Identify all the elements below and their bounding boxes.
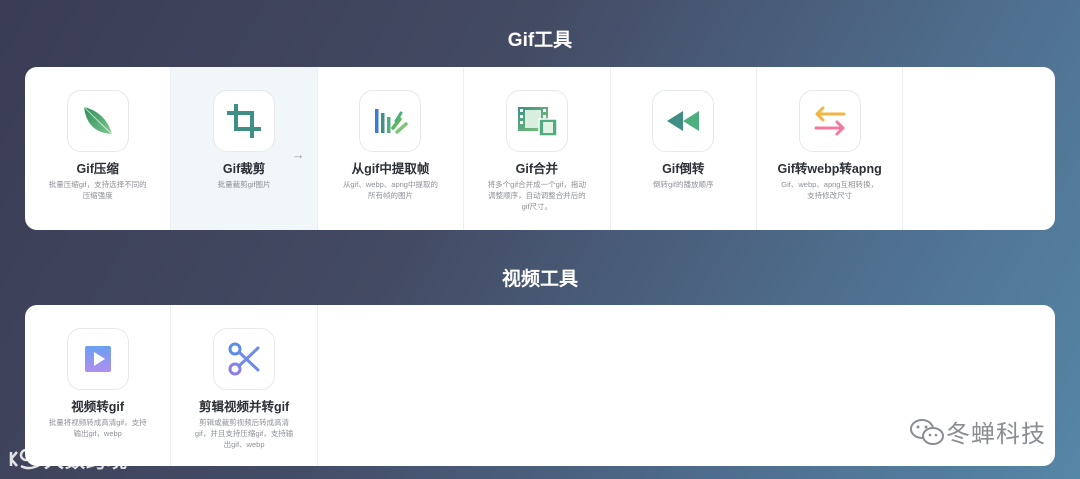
gif-tools-panel: Gif压缩 批量压缩gif，支持选择不同的压缩强度 Gif裁剪 批量裁剪gif图…	[25, 67, 1055, 230]
tool-card-clip-video-to-gif[interactable]: 剪辑视频并转gif 剪辑或裁剪视频后转成高清gif，并且支持压缩gif，支持输出…	[171, 305, 318, 466]
play-icon	[66, 328, 129, 390]
tool-card-gif-merge[interactable]: Gif合并 将多个gif合并成一个gif，拖动调整顺序，自动调整合并后的gif尺…	[464, 67, 611, 230]
watermark-left: 大数跨境	[8, 444, 128, 473]
crop-icon	[213, 90, 276, 152]
tool-title: Gif合并	[515, 162, 559, 176]
empty-card-slot	[903, 67, 1049, 230]
tool-description: 将多个gif合并成一个gif，拖动调整顺序，自动调整合并后的gif尺寸。	[487, 180, 587, 211]
tool-title: 剪辑视频并转gif	[198, 400, 290, 414]
tool-card-gif-crop[interactable]: Gif裁剪 批量裁剪gif图片 →	[171, 67, 318, 230]
frames-extract-icon	[359, 90, 422, 152]
tool-description: Gif、webp、apng互相转换，支持修改尺寸	[781, 180, 878, 200]
arrow-right-icon: →	[291, 147, 305, 162]
leaf-icon	[66, 90, 129, 152]
wechat-icon	[910, 418, 944, 445]
tool-card-gif-compress[interactable]: Gif压缩 批量压缩gif，支持选择不同的压缩强度	[25, 67, 172, 230]
watermark-right: 冬蝉科技	[908, 414, 1046, 449]
video-tools-title: 视频工具	[501, 269, 578, 290]
tool-description: 从gif、webp、apng中提取的所有帧的图片	[342, 180, 438, 200]
watermark-left-text: 大数跨境	[44, 450, 128, 472]
brand-logo-icon	[9, 448, 44, 469]
swap-arrows-icon	[798, 90, 861, 152]
tool-description: 倒转gif的播放顺序	[653, 180, 714, 189]
tool-card-video-to-gif[interactable]: 视频转gif 批量将视频转成高清gif，支持输出gif，webp	[25, 305, 172, 466]
tool-card-format-convert[interactable]: Gif转webp转apng Gif、webp、apng互相转换，支持修改尺寸	[757, 67, 904, 230]
tool-card-extract-frames[interactable]: 从gif中提取帧 从gif、webp、apng中提取的所有帧的图片	[318, 67, 465, 230]
tool-title: 视频转gif	[71, 400, 125, 414]
tool-description: 批量将视频转成高清gif，支持输出gif，webp	[48, 418, 147, 438]
video-tools-panel: 视频转gif 批量将视频转成高清gif，支持输出gif，webp 剪辑视频并转g…	[25, 305, 1055, 466]
tool-title: Gif压缩	[76, 162, 119, 176]
scissors-icon	[213, 328, 276, 390]
watermark-right-text: 冬蝉科技	[946, 421, 1046, 448]
tool-description: 批量压缩gif，支持选择不同的压缩强度	[48, 180, 147, 200]
rewind-icon	[652, 90, 715, 152]
gif-tools-title: Gif工具	[507, 30, 573, 51]
tool-title: 从gif中提取帧	[351, 162, 430, 176]
tool-title: Gif裁剪	[222, 162, 266, 176]
tool-description: 批量裁剪gif图片	[217, 180, 271, 189]
tool-card-gif-reverse[interactable]: Gif倒转 倒转gif的播放顺序	[611, 67, 757, 230]
tool-description: 剪辑或裁剪视频后转成高清gif，并且支持压缩gif，支持输出gif、webp	[194, 418, 294, 449]
tool-title: Gif倒转	[662, 162, 705, 176]
film-icon	[505, 90, 568, 152]
tool-title: Gif转webp转apng	[777, 162, 882, 176]
